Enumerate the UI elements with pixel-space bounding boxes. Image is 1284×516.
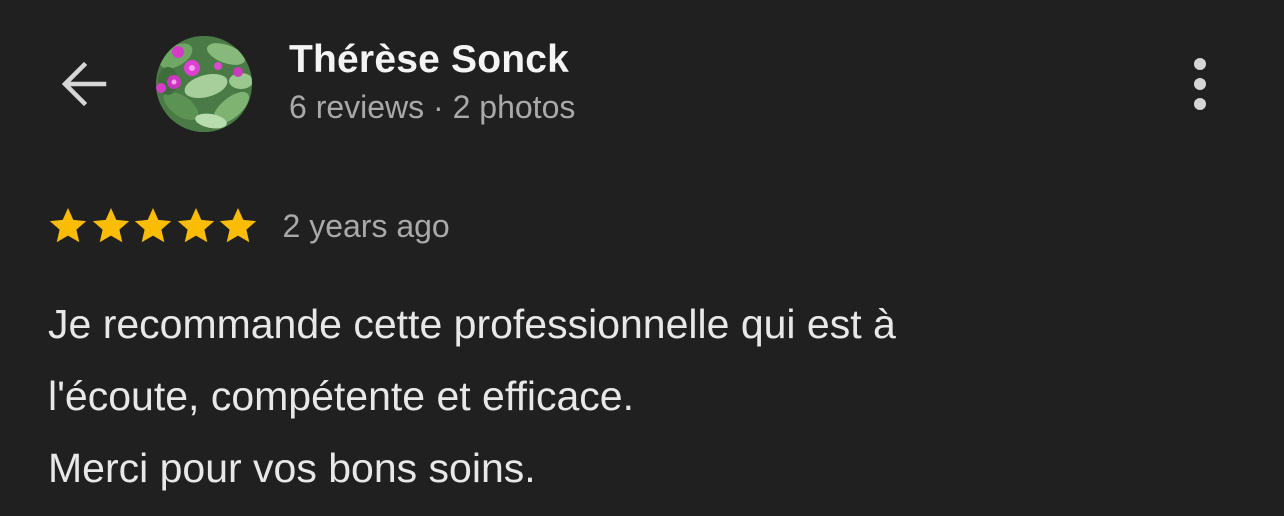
review-text-line: l'écoute, compétente et efficace.	[48, 373, 634, 419]
star-filled-icon	[92, 208, 129, 243]
star-filled-icon	[177, 208, 214, 243]
arrow-left-icon	[61, 61, 107, 107]
star-rating	[48, 206, 261, 246]
more-options-button[interactable]	[1176, 52, 1224, 116]
reviewer-stats: 6 reviews · 2 photos	[289, 89, 576, 125]
flowers-avatar-image	[156, 36, 252, 132]
review-meta: 2 years ago	[48, 202, 450, 250]
reviewer-name[interactable]: Thérèse Sonck	[289, 38, 569, 82]
star-filled-icon	[219, 208, 257, 243]
review-time: 2 years ago	[282, 207, 450, 244]
review-text-line: Merci pour vos bons soins.	[48, 445, 536, 491]
star-filled-icon	[134, 208, 172, 243]
avatar[interactable]	[156, 36, 252, 132]
more-vertical-icon	[1194, 58, 1206, 110]
star-filled-icon	[49, 208, 87, 243]
review-header: Thérèse Sonck 6 reviews · 2 photos	[0, 0, 1284, 170]
review-text-line: Je recommande cette professionnelle qui …	[48, 301, 896, 347]
back-button[interactable]	[52, 52, 116, 116]
review-text: Je recommande cette professionnelle qui …	[48, 288, 1238, 504]
